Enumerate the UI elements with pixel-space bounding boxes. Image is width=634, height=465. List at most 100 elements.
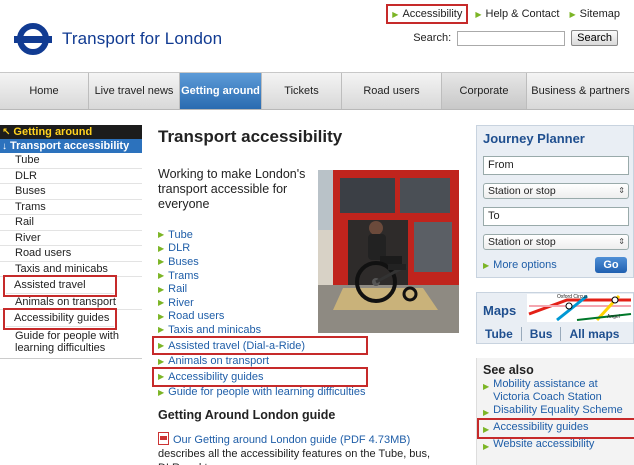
maps-box: Maps Oxford Circus Angel Tube Bus All ma… — [476, 292, 634, 344]
accessibility-link[interactable]: ▶ Accessibility — [386, 4, 469, 24]
to-type-select[interactable]: Station or stop ⇕ — [483, 234, 629, 250]
arrow-icon: ▶ — [158, 372, 165, 382]
guide-pdf-link[interactable]: Our Getting around London guide (PDF 4.7… — [173, 434, 410, 446]
see-also-item-mobility[interactable]: ▶ Mobility assistance at Victoria Coach S… — [483, 378, 634, 404]
sidebar-item-accessibility-guides[interactable]: Accessibility guides — [3, 308, 117, 330]
go-button[interactable]: Go — [595, 257, 627, 273]
from-input[interactable]: From — [483, 156, 629, 175]
sidebar-item-rail[interactable]: Rail — [0, 215, 142, 231]
link-tube[interactable]: ▶ Tube — [158, 228, 365, 242]
site-search: Search: Search — [413, 30, 618, 46]
guide-text: describes all the accessibility features… — [158, 448, 431, 465]
arrow-icon: ▶ — [158, 341, 165, 351]
link-trams[interactable]: ▶ Trams — [158, 269, 365, 283]
link-dlr[interactable]: ▶ DLR — [158, 242, 365, 256]
main-content: Transport accessibility Working to make … — [151, 127, 459, 465]
nav-business-partners[interactable]: Business & partners — [527, 73, 634, 109]
link-accessibility-guides[interactable]: ▶ Accessibility guides — [151, 367, 369, 387]
nav-getting-around[interactable]: Getting around — [180, 73, 262, 109]
arrow-icon: ▶ — [158, 311, 165, 321]
left-sidebar: ↖ Getting around ↓ Transport accessibility… — [0, 125, 142, 359]
nav-corporate[interactable]: Corporate — [442, 73, 527, 109]
maps-all-link[interactable]: All maps — [569, 327, 619, 341]
sitemap-link[interactable]: ▶ Sitemap — [569, 8, 620, 20]
see-also-item-accessibility-guides[interactable]: ▶ Accessibility guides — [477, 418, 634, 439]
link-assisted-travel[interactable]: ▶ Assisted travel (Dial-a-Ride) — [151, 335, 369, 356]
from-type-select[interactable]: Station or stop ⇕ — [483, 183, 629, 199]
nav-road-users[interactable]: Road users — [342, 73, 442, 109]
tfl-logo[interactable]: Transport for London — [14, 20, 222, 58]
arrow-icon: ▶ — [158, 298, 165, 308]
see-also-title: See also — [483, 363, 534, 377]
arrow-icon: ▶ — [158, 257, 165, 267]
sidebar-current[interactable]: ↓ Transport accessibility — [0, 139, 142, 153]
link-taxis[interactable]: ▶ Taxis and minicabs — [158, 323, 365, 337]
arrow-icon: ▶ — [392, 9, 399, 19]
arrow-up-left-icon: ↖ — [2, 126, 11, 138]
maps-links: Tube Bus All maps — [485, 327, 619, 341]
select-arrows-icon: ⇕ — [618, 186, 625, 195]
sidebar-item-river[interactable]: River — [0, 231, 142, 246]
arrow-icon: ▶ — [158, 243, 165, 253]
to-input[interactable]: To — [483, 207, 629, 226]
brand-name: Transport for London — [62, 29, 223, 48]
arrow-icon: ▶ — [158, 284, 165, 294]
tube-map-graphic: Oxford Circus Angel — [527, 294, 633, 322]
page-subtitle: Working to make London's transport acces… — [158, 167, 306, 211]
sidebar-divider — [0, 357, 142, 359]
page-title: Transport accessibility — [158, 127, 343, 146]
sidebar-item-tube[interactable]: Tube — [0, 153, 142, 169]
arrow-icon: ▶ — [569, 9, 576, 19]
sidebar-item-buses[interactable]: Buses — [0, 184, 142, 200]
more-options-link[interactable]: ▶ More options — [483, 259, 557, 271]
arrow-down-icon: ↓ — [2, 140, 7, 152]
maps-bus-link[interactable]: Bus — [530, 327, 553, 341]
map-label-angel: Angel — [607, 314, 620, 320]
nav-home[interactable]: Home — [0, 73, 89, 109]
help-contact-link[interactable]: ▶ Help & Contact — [475, 8, 559, 20]
accessibility-links: ▶ Tube ▶ DLR ▶ Buses ▶ Trams ▶ Rail ▶ River ▶ R… — [151, 228, 369, 400]
nav-tickets[interactable]: Tickets — [262, 73, 342, 109]
maps-title: Maps — [483, 303, 517, 318]
see-also: See also ▶ Mobility assistance at Victori… — [476, 358, 634, 465]
journey-planner: Journey Planner From Station or stop ⇕ To… — [476, 125, 634, 278]
divider — [520, 327, 522, 341]
search-input[interactable] — [457, 30, 566, 46]
sidebar-item-animals[interactable]: Animals on transport — [0, 295, 142, 310]
link-river[interactable]: ▶ River — [158, 296, 365, 310]
link-animals[interactable]: ▶ Animals on transport — [158, 354, 365, 368]
sidebar-parent[interactable]: ↖ Getting around — [0, 125, 142, 139]
maps-tube-link[interactable]: Tube — [485, 327, 513, 341]
arrow-icon: ▶ — [483, 260, 490, 270]
see-also-list: ▶ Mobility assistance at Victoria Coach S… — [477, 378, 634, 453]
top-links: ▶ Accessibility ▶ Help & Contact ▶ Sitemap — [386, 4, 620, 24]
map-label-oxford-circus: Oxford Circus — [557, 294, 588, 300]
sidebar-item-assisted-travel[interactable]: Assisted travel — [3, 275, 117, 297]
arrow-icon: ▶ — [158, 230, 165, 240]
sidebar-item-road-users[interactable]: Road users — [0, 246, 142, 262]
roundel-icon — [14, 20, 52, 58]
sidebar-item-taxis[interactable]: Taxis and minicabs — [0, 262, 142, 277]
arrow-icon: ▶ — [158, 387, 165, 397]
link-road-users[interactable]: ▶ Road users — [158, 310, 365, 324]
guide-description: Our Getting around London guide (PDF 4.7… — [158, 432, 448, 465]
link-rail[interactable]: ▶ Rail — [158, 282, 365, 296]
link-buses[interactable]: ▶ Buses — [158, 255, 365, 269]
arrow-icon: ▶ — [158, 325, 165, 335]
arrow-icon: ▶ — [158, 356, 165, 366]
sidebar-item-trams[interactable]: Trams — [0, 200, 142, 215]
arrow-icon: ▶ — [483, 442, 490, 451]
journey-planner-title: Journey Planner — [483, 131, 585, 146]
see-also-item-disability[interactable]: ▶ Disability Equality Scheme — [483, 404, 634, 419]
sidebar-item-dlr[interactable]: DLR — [0, 169, 142, 184]
sidebar-item-learning-difficulties[interactable]: Guide for people with learning difficult… — [0, 328, 142, 356]
search-button[interactable]: Search — [571, 30, 618, 46]
link-learning-difficulties[interactable]: ▶ Guide for people with learning difficul… — [158, 386, 365, 400]
arrow-icon: ▶ — [158, 271, 165, 281]
see-also-item-website-accessibility[interactable]: ▶ Website accessibility — [483, 438, 634, 453]
guide-heading: Getting Around London guide — [158, 408, 336, 422]
nav-live-travel-news[interactable]: Live travel news — [89, 73, 180, 109]
select-arrows-icon: ⇕ — [618, 237, 625, 246]
arrow-icon: ▶ — [483, 382, 490, 391]
divider — [560, 327, 562, 341]
